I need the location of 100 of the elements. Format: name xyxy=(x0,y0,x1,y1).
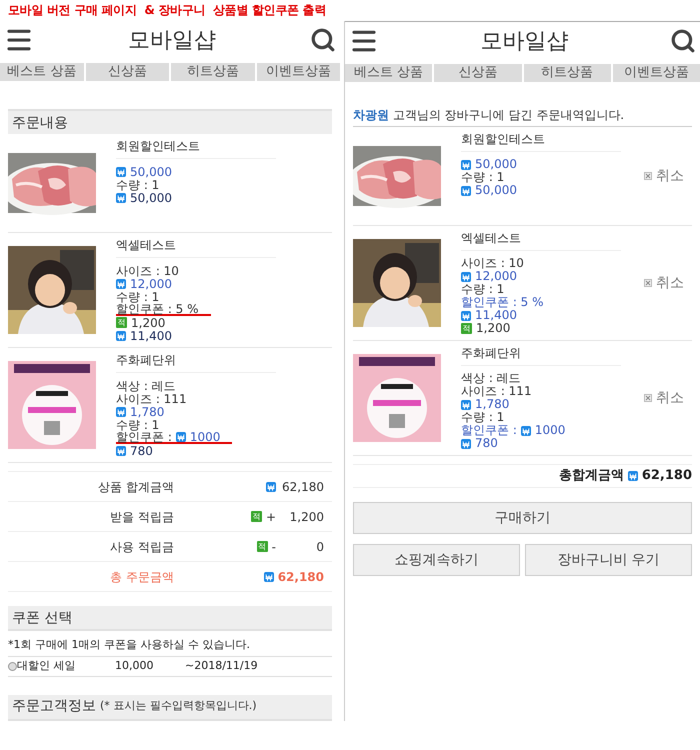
close-icon xyxy=(644,172,652,180)
nav-tab[interactable]: 히트상품 xyxy=(171,63,254,81)
summary-value: 1,200 xyxy=(288,508,324,526)
summary-value: 62,180 xyxy=(281,478,324,496)
won-icon xyxy=(266,482,276,492)
price-text: 12,000 xyxy=(130,278,172,290)
won-icon xyxy=(264,572,274,582)
won-icon xyxy=(461,310,471,320)
total-text: 50,000 xyxy=(475,184,517,197)
radio-button[interactable] xyxy=(8,662,17,670)
option-text: 색상 : 레드 xyxy=(461,372,521,385)
option-text: 색상 : 레드 xyxy=(116,380,176,392)
product-name: 주화폐단위 xyxy=(461,346,621,366)
nav-tab[interactable]: 신상품 xyxy=(434,64,522,82)
coupon-text: 할인쿠폰 : xyxy=(461,424,517,437)
option-text: 수량 : 1 xyxy=(461,283,504,296)
summary-value: 62,180 xyxy=(278,568,324,586)
purchase-button[interactable]: 구매하기 xyxy=(353,502,692,534)
cancel-button[interactable]: 취소 xyxy=(644,388,684,408)
nav-tab[interactable]: 히트상품 xyxy=(524,64,611,82)
price-text: 50,000 xyxy=(130,166,172,178)
product-name: 회원할인테스트 xyxy=(461,132,621,152)
won-icon xyxy=(116,192,126,202)
total-text: 780 xyxy=(475,437,498,450)
total-label: 총합계금액 xyxy=(558,467,624,486)
point-badge: 적 xyxy=(256,541,268,552)
summary-label: 총 주문금액 xyxy=(109,568,174,586)
total-text: 11,400 xyxy=(475,309,517,322)
won-icon xyxy=(116,278,126,288)
search-icon[interactable] xyxy=(670,28,696,54)
product-name: 회원할인테스트 xyxy=(116,139,276,159)
won-icon xyxy=(461,160,471,170)
option-text: 수량 : 1 xyxy=(116,418,160,430)
option-text: 사이즈 : 111 xyxy=(461,385,532,398)
coupon-text: 할인쿠폰 : 5 % xyxy=(116,302,199,314)
close-icon xyxy=(644,279,652,287)
cancel-button[interactable]: 취소 xyxy=(644,272,684,294)
product-name: 주화폐단위 xyxy=(116,353,276,373)
summary-label: 상품 합계금액 xyxy=(97,478,174,496)
required-note: (* 표시는 필수입력항목입니다.) xyxy=(100,698,257,714)
coupon-amount: 10,000 xyxy=(115,658,154,674)
coupon-amount: 1000 xyxy=(534,424,566,437)
greeting-text: 고객님의 장바구니에 담긴 주문내역입니다. xyxy=(392,108,624,122)
total-value: 62,180 xyxy=(642,467,692,486)
won-icon xyxy=(116,330,126,340)
cancel-button[interactable]: 취소 xyxy=(644,166,684,186)
won-icon xyxy=(116,406,126,416)
close-icon xyxy=(644,394,652,402)
shop-title: 모바일샵 xyxy=(480,28,568,56)
sign-text: - xyxy=(272,538,276,556)
customer-name: 차광원 xyxy=(353,108,389,122)
option-text: 수량 : 1 xyxy=(116,290,160,302)
won-icon xyxy=(461,272,471,282)
nav-tab[interactable]: 베스트 상품 xyxy=(0,63,84,81)
coupon-note: *1회 구매에 1매의 쿠폰을 사용하실 수 있습니다. xyxy=(8,637,332,656)
product-name: 엑셀테스트 xyxy=(461,231,621,251)
price-text: 1,780 xyxy=(130,406,164,418)
summary-label: 사용 적립금 xyxy=(109,538,174,556)
point-badge: 적 xyxy=(116,317,127,328)
total-text: 50,000 xyxy=(130,192,172,204)
summary-value: 0 xyxy=(315,538,324,556)
price-text: 1,780 xyxy=(475,398,510,411)
points-text: 1,200 xyxy=(476,322,510,335)
nav-tab[interactable]: 베스트 상품 xyxy=(345,64,432,82)
option-text: 사이즈 : 10 xyxy=(461,257,524,270)
section-title: 주문고객정보 xyxy=(12,697,96,716)
total-text: 11,400 xyxy=(130,330,172,342)
option-text: 수량 : 1 xyxy=(461,411,504,424)
option-text: 사이즈 : 10 xyxy=(116,264,179,276)
coupon-name: 대할인 세일 xyxy=(17,658,76,674)
coupon-amount: 1000 xyxy=(190,430,220,442)
summary-label: 받을 적립금 xyxy=(109,508,174,526)
won-icon xyxy=(461,400,471,410)
nav-tab[interactable]: 이벤트상품 xyxy=(256,63,340,81)
price-text: 50,000 xyxy=(475,158,517,171)
product-name: 엑셀테스트 xyxy=(116,238,276,258)
shop-title: 모바일샵 xyxy=(128,26,216,54)
won-icon xyxy=(176,432,186,442)
point-badge: 적 xyxy=(461,323,472,334)
won-icon xyxy=(520,426,531,436)
section-header: 쿠폰 선택 xyxy=(8,606,332,631)
won-icon xyxy=(461,438,471,448)
option-text: 사이즈 : 111 xyxy=(116,392,187,404)
coupon-text: 할인쿠폰 : 5 % xyxy=(461,296,544,309)
point-badge: 적 xyxy=(250,511,262,522)
option-text: 수량 : 1 xyxy=(116,178,160,190)
search-icon[interactable] xyxy=(310,27,336,53)
coupon-text: 할인쿠폰 : xyxy=(116,430,172,442)
won-icon xyxy=(628,471,638,481)
coupon-expiry: ~2018/11/19 xyxy=(185,658,258,674)
action-button[interactable]: 장바구니비 우기 xyxy=(525,544,692,576)
price-text: 12,000 xyxy=(475,270,517,283)
total-text: 780 xyxy=(130,444,153,456)
won-icon xyxy=(461,186,471,196)
action-button[interactable]: 쇼핑계속하기 xyxy=(353,544,520,576)
nav-tab[interactable]: 이벤트상품 xyxy=(612,64,700,82)
nav-tab[interactable]: 신상품 xyxy=(86,63,169,81)
sign-text: + xyxy=(266,508,276,526)
won-icon xyxy=(116,166,126,176)
option-text: 수량 : 1 xyxy=(461,171,504,184)
